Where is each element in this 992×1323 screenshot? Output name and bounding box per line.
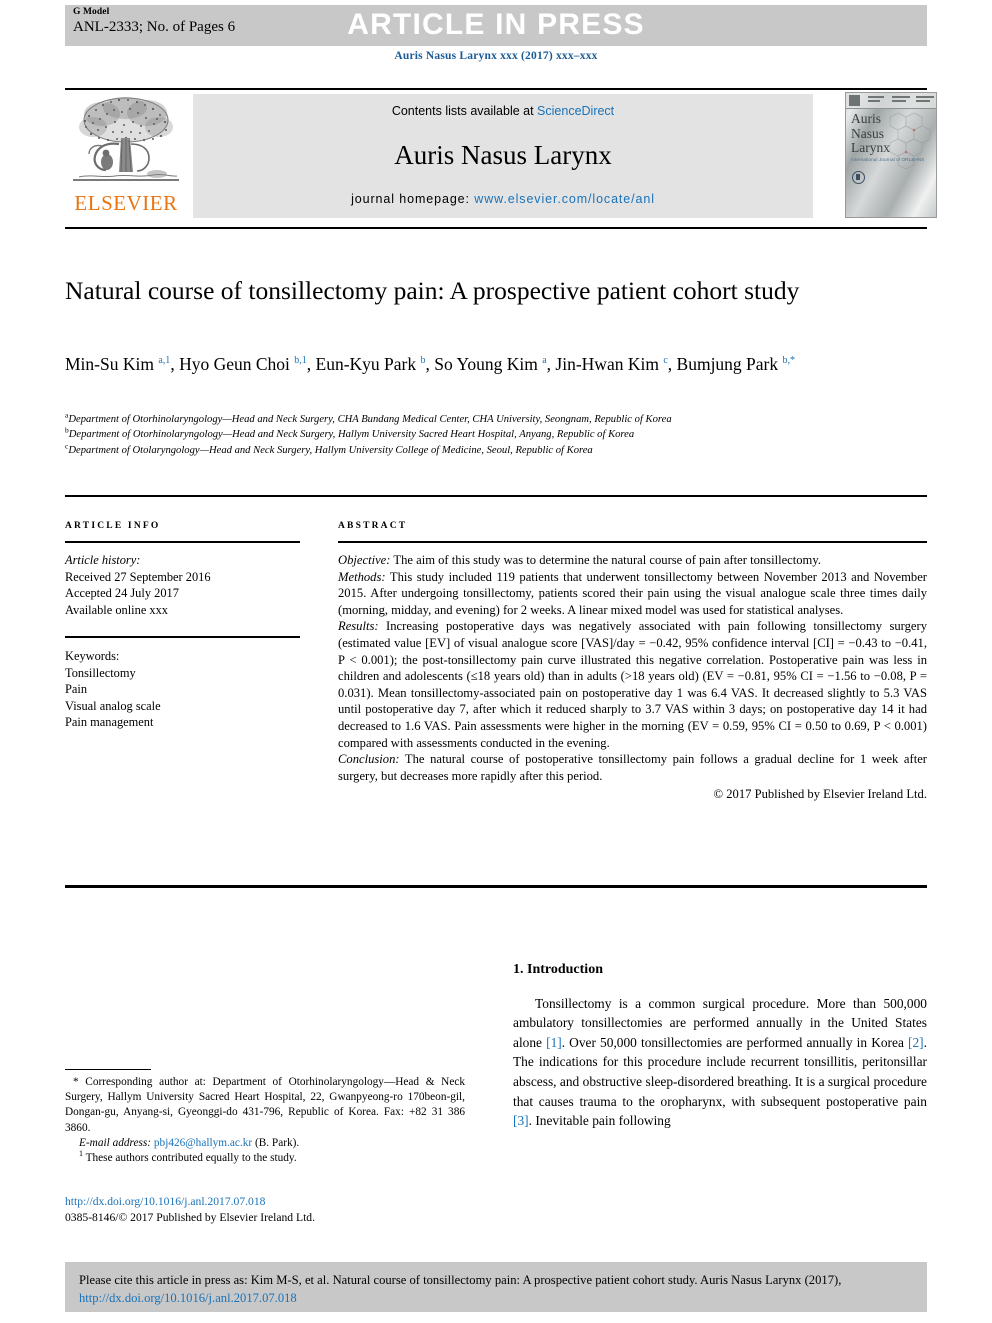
article-history-label: Article history:: [65, 553, 141, 567]
author-list: Min-Su Kim a,1, Hyo Geun Choi b,1, Eun-K…: [65, 354, 796, 374]
history-received: Received 27 September 2016: [65, 569, 211, 584]
results-text: Increasing postoperative days was negati…: [338, 619, 927, 750]
abstract-bottom-rule: [65, 885, 927, 888]
keyword-item: Pain: [65, 682, 88, 697]
homepage-prefix: journal homepage:: [351, 192, 475, 206]
abstract-objective: Objective: The aim of this study was to …: [338, 552, 927, 569]
history-accepted: Accepted 24 July 2017: [65, 586, 179, 601]
keywords-label: Keywords:: [65, 649, 120, 663]
objective-label: Objective:: [338, 553, 391, 567]
affiliation-marker: a: [65, 410, 69, 420]
masthead-top-rule: [65, 88, 927, 90]
article-in-press-banner: ARTICLE IN PRESS: [347, 8, 645, 41]
affiliation-item: bDepartment of Otorhinolaryngology—Head …: [65, 425, 635, 441]
sciencedirect-link[interactable]: ScienceDirect: [537, 104, 614, 118]
journal-title: Auris Nasus Larynx: [394, 140, 612, 170]
journal-citation-line: Auris Nasus Larynx xxx (2017) xxx–xxx: [394, 50, 598, 62]
email-note: E-mail address: pbj426@hallym.ac.kr (B. …: [65, 1136, 465, 1151]
introduction-heading: 1. Introduction: [513, 962, 603, 977]
article-history-block: Article history: Received 27 September 2…: [65, 552, 300, 618]
affiliation-marker: c: [65, 441, 69, 451]
elsevier-logo: ELSEVIER: [65, 94, 187, 218]
affiliation-list: aDepartment of Otorhinolaryngology—Head …: [65, 410, 927, 458]
cite-doi-link[interactable]: http://dx.doi.org/10.1016/j.anl.2017.07.…: [79, 1291, 297, 1305]
article-info-rule: [65, 541, 300, 543]
abstract-body: Objective: The aim of this study was to …: [338, 552, 927, 803]
abstract-heading: ABSTRACT: [338, 521, 408, 531]
cover-header-strip: [846, 93, 936, 109]
abstract-rule: [338, 541, 927, 543]
intro-text-b: . Over 50,000 tonsillectomies are perfor…: [561, 1034, 909, 1050]
keyword-item: Pain management: [65, 715, 154, 730]
objective-text: The aim of this study was to determine t…: [390, 553, 821, 567]
conclusion-text: The natural course of postoperative tons…: [338, 752, 927, 783]
journal-masthead: ELSEVIER Contents lists available at Sci…: [65, 92, 937, 218]
history-available: Available online xxx: [65, 602, 168, 617]
contents-available-line: Contents lists available at ScienceDirec…: [193, 104, 813, 118]
cover-society-seal-icon: [852, 171, 865, 184]
elsevier-tree-icon: [73, 97, 179, 181]
doi-link[interactable]: http://dx.doi.org/10.1016/j.anl.2017.07.…: [65, 1194, 565, 1210]
introduction-paragraph: Tonsillectomy is a common surgical proce…: [513, 994, 927, 1131]
equal-contribution-text: These authors contributed equally to the…: [83, 1152, 297, 1165]
journal-homepage-line: journal homepage: www.elsevier.com/locat…: [193, 192, 813, 206]
conclusion-label: Conclusion:: [338, 752, 400, 767]
citation-ref-2[interactable]: [2]: [908, 1035, 924, 1050]
journal-homepage-link[interactable]: www.elsevier.com/locate/anl: [474, 192, 655, 206]
keywords-top-rule: [65, 636, 300, 638]
abstract-conclusion: Conclusion: The natural course of postop…: [338, 751, 927, 784]
citation-ref-1[interactable]: [1]: [546, 1035, 562, 1050]
cover-journal-subtitle: International Journal of ORL&HNS: [851, 157, 925, 162]
email-link[interactable]: pbj426@hallym.ac.kr: [154, 1137, 252, 1149]
email-owner: (B. Park).: [252, 1136, 300, 1149]
paper-page: G Model ANL-2333; No. of Pages 6 ARTICLE…: [0, 0, 992, 1323]
corresponding-author-text: Corresponding author at: Department of O…: [65, 1076, 465, 1134]
doi-block: http://dx.doi.org/10.1016/j.anl.2017.07.…: [65, 1194, 565, 1226]
keyword-item: Tonsillectomy: [65, 665, 136, 680]
masthead-bottom-rule: [65, 227, 927, 229]
cover-publisher-mark-icon: [849, 95, 860, 106]
cover-journal-title: Auris Nasus Larynx: [851, 111, 890, 155]
affiliation-item: aDepartment of Otorhinolaryngology—Head …: [65, 410, 672, 425]
cite-this-article-box: Please cite this article in press as: Ki…: [65, 1262, 927, 1312]
issn-copyright-line: 0385-8146/© 2017 Published by Elsevier I…: [65, 1211, 315, 1224]
article-info-heading: ARTICLE INFO: [65, 521, 161, 531]
results-label: Results:: [338, 619, 379, 634]
citation-ref-3[interactable]: [3]: [513, 1113, 529, 1128]
keyword-item: Visual analog scale: [65, 698, 161, 713]
methods-text: This study included 119 patients that un…: [338, 569, 927, 617]
contents-prefix: Contents lists available at: [391, 104, 538, 118]
abstract-results: Results: Increasing postoperative days w…: [338, 618, 927, 751]
keywords-block: Keywords: Tonsillectomy Pain Visual anal…: [65, 648, 300, 731]
cite-text: Please cite this article in press as: Ki…: [79, 1273, 842, 1287]
corresponding-author-note: * Corresponding author at: Department of…: [65, 1075, 465, 1136]
masthead-panel: Contents lists available at ScienceDirec…: [193, 94, 813, 218]
email-label: E-mail address:: [79, 1136, 152, 1149]
info-section-top-rule: [65, 495, 927, 497]
abstract-copyright: © 2017 Published by Elsevier Ireland Ltd…: [713, 787, 927, 802]
methods-label: Methods:: [338, 569, 386, 584]
footnote-separator-rule: [65, 1069, 151, 1070]
introduction-section: 1. Introduction Tonsillectomy is a commo…: [513, 960, 927, 1131]
equal-contribution-note: 1 These authors contributed equally to t…: [65, 1150, 465, 1166]
affiliation-marker: b: [65, 425, 69, 435]
footnote-block: * Corresponding author at: Department of…: [65, 1075, 465, 1166]
article-in-press-bar: G Model ANL-2333; No. of Pages 6 ARTICLE…: [65, 5, 927, 46]
journal-cover-thumbnail: Auris Nasus Larynx International Journal o…: [845, 92, 937, 218]
elsevier-wordmark: ELSEVIER: [74, 191, 178, 215]
abstract-methods: Methods: This study included 119 patient…: [338, 569, 927, 619]
affiliation-item: cDepartment of Otolaryngology—Head and N…: [65, 441, 593, 456]
page-title: Natural course of tonsillectomy pain: A …: [65, 276, 800, 305]
intro-text-d: . Inevitable pain following: [528, 1113, 671, 1129]
